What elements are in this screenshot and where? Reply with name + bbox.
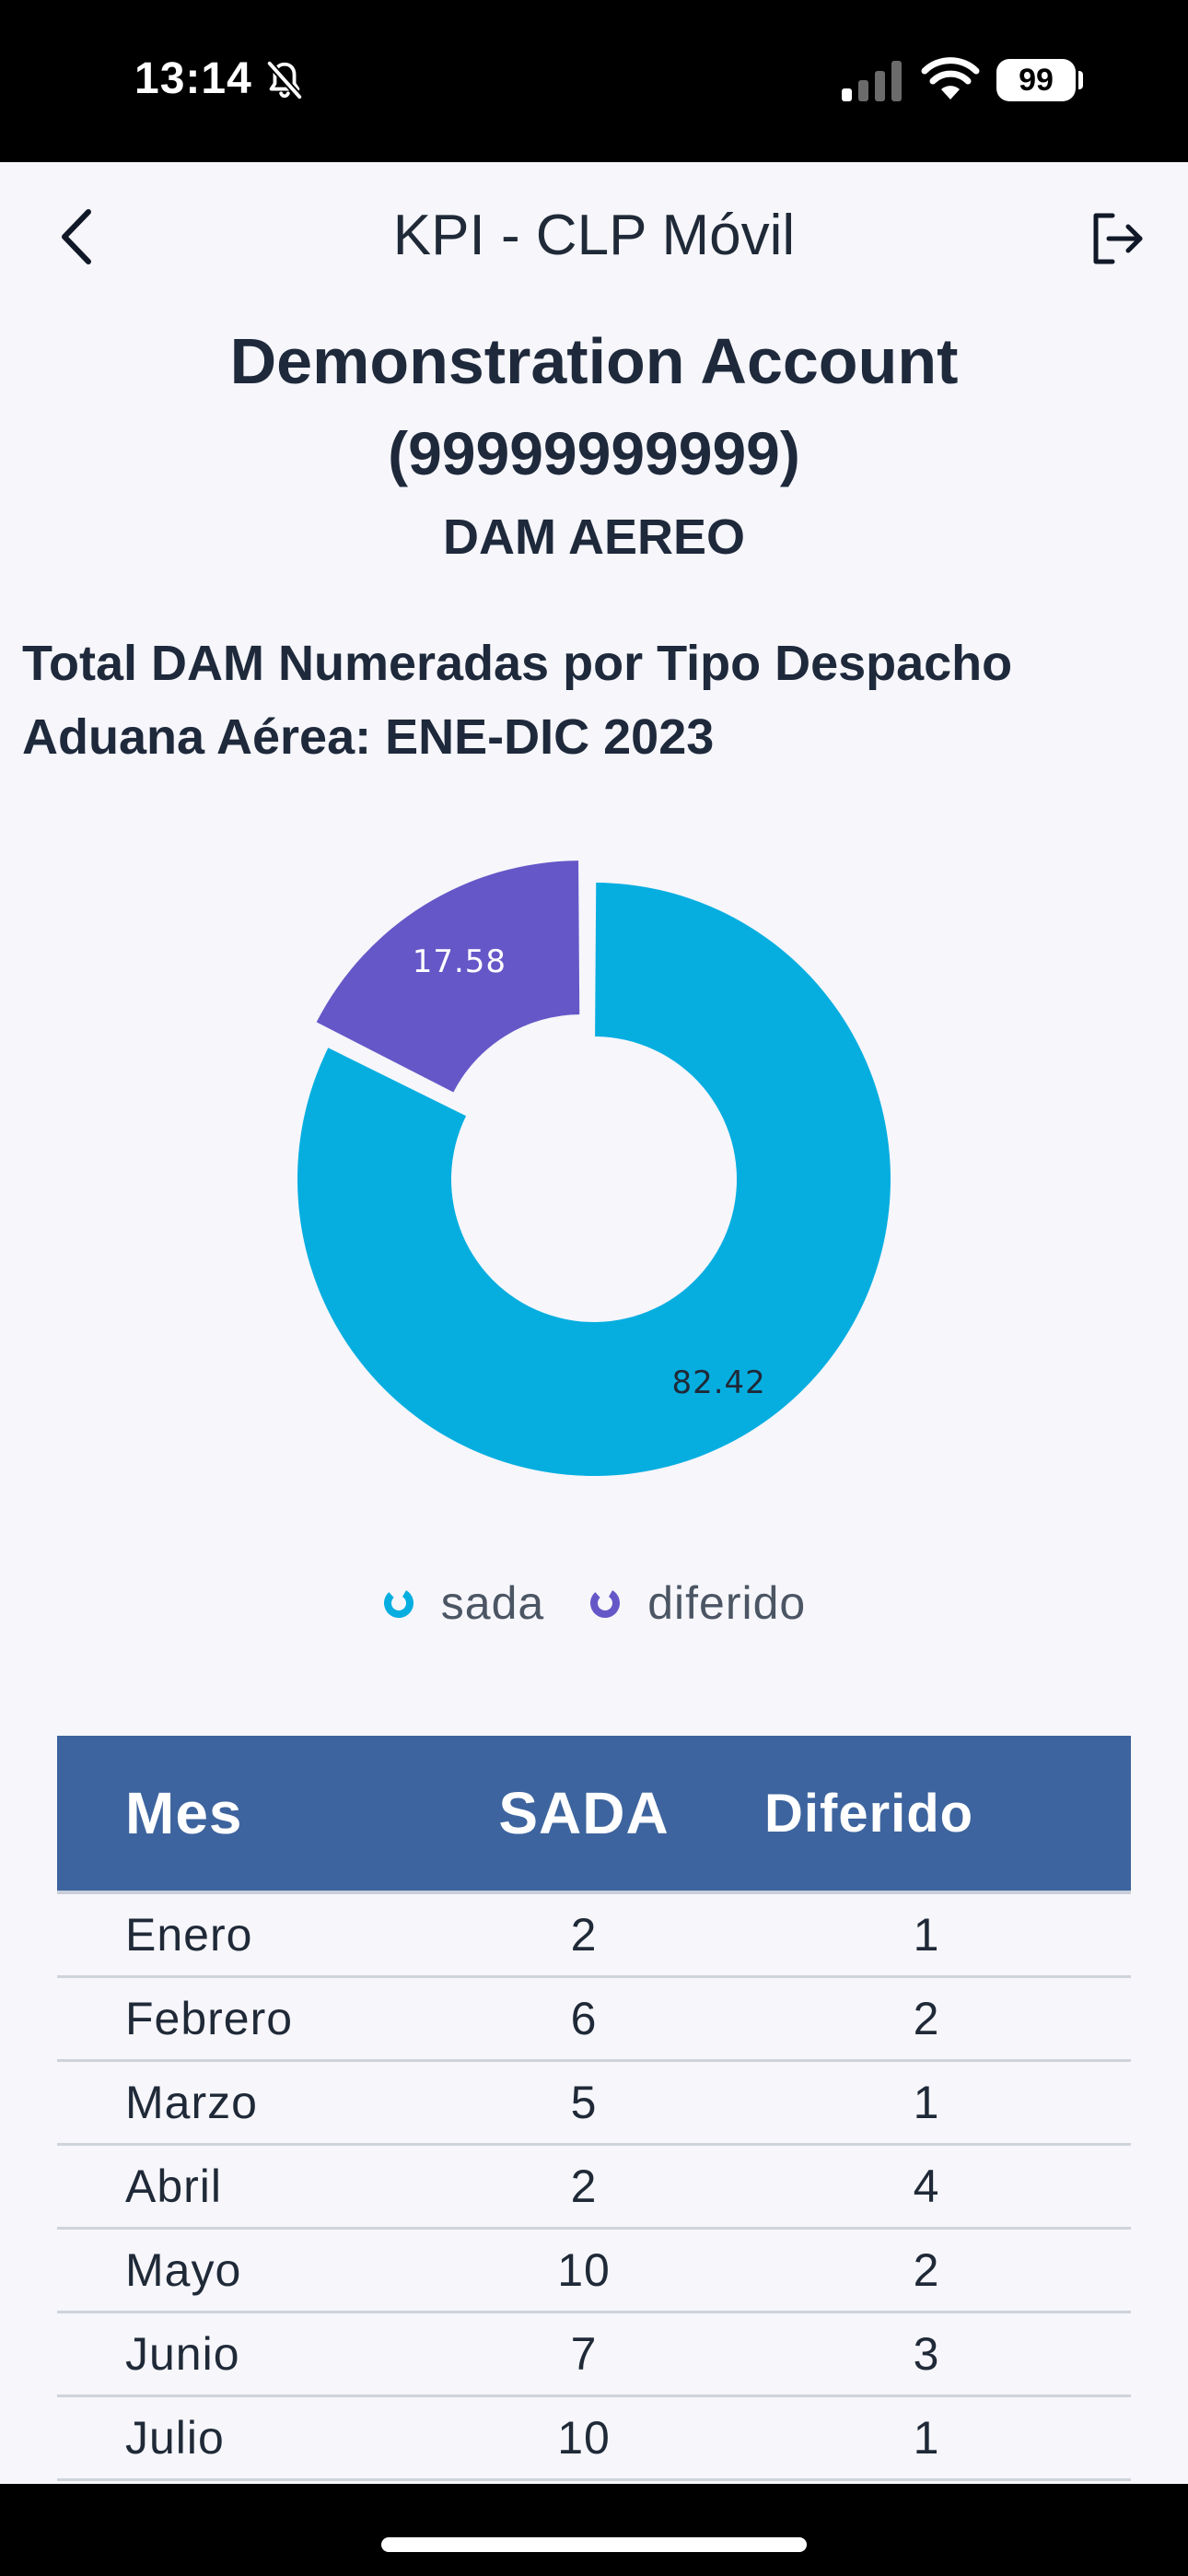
data-table: Mes SADA Diferido Enero 2 1 Febrero 6 2 Marzo 5… bbox=[57, 1736, 1131, 2481]
cell-sada: 10 bbox=[557, 2412, 611, 2464]
cell-diferido: 1 bbox=[913, 1909, 940, 1961]
legend-marker-icon bbox=[383, 1587, 413, 1618]
legend-label: sada bbox=[440, 1577, 545, 1629]
cell-sada: 5 bbox=[570, 2077, 598, 2128]
cell-sada: 7 bbox=[570, 2328, 598, 2380]
slice-label-diferido: 17.58 bbox=[413, 943, 507, 980]
account-name: Demonstration Account bbox=[229, 325, 959, 397]
table-row: Enero 2 1 bbox=[57, 1894, 1131, 1978]
cell-mes: Abril bbox=[125, 2160, 223, 2212]
cell-mes: Marzo bbox=[125, 2077, 258, 2128]
cell-diferido: 1 bbox=[913, 2412, 940, 2464]
cell-diferido: 1 bbox=[913, 2077, 940, 2128]
legend-label: diferido bbox=[647, 1577, 807, 1629]
table-row: Junio 7 3 bbox=[57, 2313, 1131, 2397]
legend-marker-icon bbox=[590, 1587, 621, 1618]
battery-tip bbox=[1078, 71, 1083, 89]
header-sada: SADA bbox=[498, 1780, 670, 1846]
cell-diferido: 3 bbox=[913, 2328, 940, 2380]
cell-diferido: 2 bbox=[913, 2244, 940, 2296]
cell-sada: 6 bbox=[570, 1993, 598, 2044]
cell-mes: Enero bbox=[125, 1909, 253, 1961]
table-row: Marzo 5 1 bbox=[57, 2062, 1131, 2146]
chart-title: Total DAM Numeradas por Tipo Despacho Ad… bbox=[22, 636, 1013, 765]
cell-diferido: 4 bbox=[913, 2160, 940, 2212]
battery-icon: 99 bbox=[996, 59, 1076, 101]
table-row: Abril 2 4 bbox=[57, 2146, 1131, 2230]
cell-mes: Febrero bbox=[125, 1993, 294, 2044]
table-body: Enero 2 1 Febrero 6 2 Marzo 5 1 Abril 2 4 Mayo 10 2 Jun… bbox=[57, 1894, 1131, 2481]
logout-icon[interactable] bbox=[1087, 208, 1147, 269]
home-bar bbox=[0, 2484, 1188, 2576]
home-indicator[interactable] bbox=[381, 2537, 807, 2552]
header-diferido: Diferido bbox=[764, 1783, 974, 1844]
table-row: Julio 10 1 bbox=[57, 2397, 1131, 2481]
legend-item-diferido[interactable]: diferido bbox=[588, 1576, 806, 1630]
cell-mes: Julio bbox=[125, 2412, 225, 2464]
legend-item-sada[interactable]: sada bbox=[382, 1576, 544, 1630]
table-row: Febrero 6 2 bbox=[57, 1978, 1131, 2062]
status-bar: 13:14 99 bbox=[0, 0, 1188, 162]
table-header: Mes SADA Diferido bbox=[57, 1736, 1131, 1894]
account-type: DAM AEREO bbox=[442, 509, 745, 565]
cell-mes: Mayo bbox=[125, 2244, 242, 2296]
page-title: KPI - CLP Móvil bbox=[392, 204, 796, 267]
cell-sada: 2 bbox=[570, 1909, 598, 1961]
slice-label-sada: 82.42 bbox=[671, 1364, 765, 1401]
signal-icon bbox=[842, 61, 902, 101]
table-row: Mayo 10 2 bbox=[57, 2230, 1131, 2313]
cell-sada: 10 bbox=[557, 2244, 611, 2296]
chart-legend: sada diferido bbox=[0, 1566, 1188, 1640]
account-id: (99999999999) bbox=[388, 419, 800, 487]
cell-diferido: 2 bbox=[913, 1993, 940, 2044]
bell-slash-icon bbox=[266, 61, 303, 100]
status-time: 13:14 bbox=[134, 54, 252, 103]
cell-mes: Junio bbox=[125, 2328, 240, 2380]
header-mes: Mes bbox=[125, 1780, 243, 1846]
nav-bar: KPI - CLP Móvil bbox=[0, 162, 1188, 319]
wifi-icon bbox=[921, 57, 980, 100]
cell-sada: 2 bbox=[570, 2160, 598, 2212]
donut-chart: 82.42 17.58 bbox=[297, 861, 891, 1476]
